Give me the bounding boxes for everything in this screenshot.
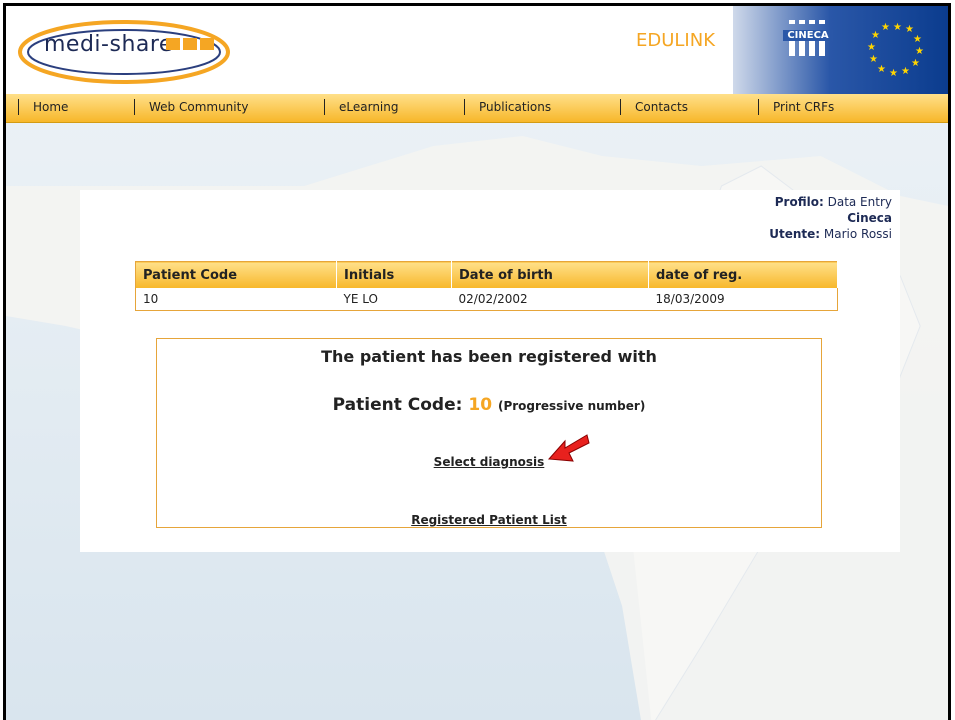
- patient-code-value: 10: [468, 395, 493, 415]
- svg-text:★: ★: [869, 54, 878, 65]
- edulink-logo[interactable]: EDULINK: [636, 30, 715, 51]
- registered-patient-list-link[interactable]: Registered Patient List: [411, 513, 567, 527]
- cell-date-of-birth: 02/02/2002: [458, 292, 528, 306]
- svg-text:★: ★: [901, 66, 910, 77]
- svg-text:★: ★: [893, 22, 902, 33]
- col-date-of-birth: Date of birth: [451, 261, 649, 288]
- table-header-row: Patient Code Initials Date of birth date…: [135, 261, 838, 288]
- svg-text:★: ★: [881, 22, 890, 33]
- utente-value: Mario Rossi: [823, 227, 892, 241]
- user-profile-info: Profilo: Data Entry Cineca Utente: Mario…: [769, 194, 892, 242]
- cell-date-of-reg: 18/03/2009: [655, 292, 725, 306]
- col-date-of-reg: date of reg.: [648, 261, 838, 288]
- svg-text:★: ★: [867, 42, 876, 53]
- patient-code-note: (Progressive number): [497, 399, 646, 413]
- svg-text:★: ★: [913, 34, 922, 45]
- col-initials: Initials: [336, 261, 452, 288]
- registration-message: The patient has been registered with: [321, 347, 657, 366]
- svg-text:★: ★: [871, 30, 880, 41]
- table-row: 10 YE LO 02/02/2002 18/03/2009: [136, 288, 838, 311]
- patient-code-line: Patient Code: 10 (Progressive number): [157, 395, 821, 415]
- patient-code-label: Patient Code:: [332, 395, 463, 415]
- profilo-value: Data Entry: [827, 195, 892, 209]
- edulink-text: EDULINK: [636, 30, 716, 51]
- nav-publications[interactable]: Publications: [464, 99, 551, 115]
- medishare-logo[interactable]: medi-share: [14, 14, 234, 90]
- cell-patient-code: 10: [143, 292, 159, 306]
- eu-stars-icon: ★ ★★ ★★★ ★★★ ★★★: [867, 22, 924, 79]
- svg-text:★: ★: [889, 68, 898, 79]
- nav-home[interactable]: Home: [18, 99, 68, 115]
- patient-table: Patient Code Initials Date of birth date…: [135, 261, 838, 311]
- red-arrow-icon: [547, 434, 590, 462]
- registration-message-box: The patient has been registered with Pat…: [156, 338, 822, 528]
- organization-name: Cineca: [847, 211, 892, 225]
- col-patient-code: Patient Code: [135, 261, 337, 288]
- site-header: medi-share EDULINK CINECA ★ ★ ★ ★ ★ ★ ★ …: [6, 6, 948, 94]
- content-panel: Profilo: Data Entry Cineca Utente: Mario…: [80, 190, 900, 552]
- nav-elearning[interactable]: eLearning: [324, 99, 398, 115]
- svg-text:★: ★: [877, 64, 886, 75]
- cell-initials: YE LO: [343, 292, 378, 306]
- utente-label: Utente:: [769, 227, 821, 241]
- logo-squares-icon: [166, 38, 214, 50]
- svg-text:★: ★: [911, 58, 920, 69]
- profilo-label: Profilo:: [774, 195, 824, 209]
- main-navigation: Home Web Community eLearning Publication…: [6, 94, 948, 123]
- cineca-text: CINECA: [783, 30, 833, 41]
- select-diagnosis-link[interactable]: Select diagnosis: [434, 455, 545, 469]
- sponsor-banner: CINECA ★ ★ ★ ★ ★ ★ ★ ★ ★ ★ ★ ★: [733, 6, 948, 94]
- nav-contacts[interactable]: Contacts: [620, 99, 688, 115]
- cineca-logo[interactable]: CINECA: [783, 16, 833, 80]
- svg-text:★: ★: [915, 46, 924, 57]
- browser-frame: medi-share EDULINK CINECA ★ ★ ★ ★ ★ ★ ★ …: [3, 3, 951, 720]
- nav-print-crfs[interactable]: Print CRFs: [758, 99, 834, 115]
- logo-text: medi-share: [44, 32, 173, 57]
- nav-web-community[interactable]: Web Community: [134, 99, 248, 115]
